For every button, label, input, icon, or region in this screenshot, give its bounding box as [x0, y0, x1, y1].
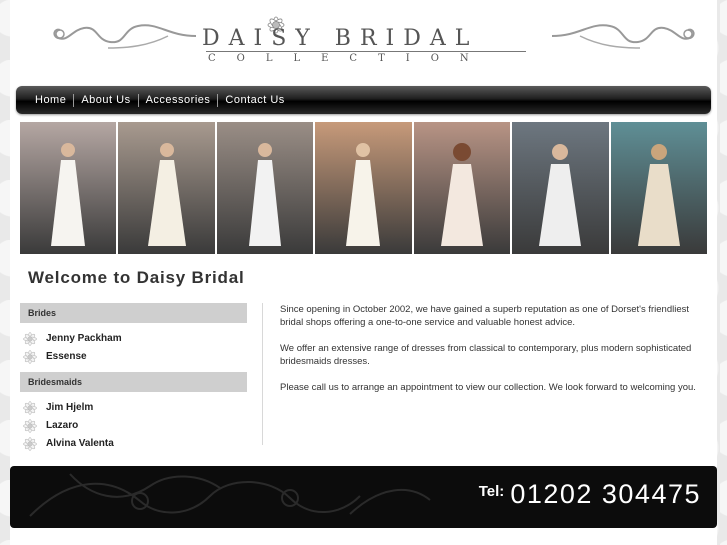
daisy-icon: [23, 418, 37, 433]
daisy-icon: [23, 400, 37, 415]
bride-photo: [512, 122, 609, 254]
page-title: Welcome to Daisy Bridal: [28, 268, 245, 287]
sidebar-heading-bridesmaids: Bridesmaids: [20, 372, 247, 392]
main-nav: Home About Us Accessories Contact Us: [16, 86, 711, 114]
daisy-icon: [23, 349, 37, 364]
intro-paragraph: We offer an extensive range of dresses f…: [280, 343, 692, 367]
bride-photo: [413, 122, 511, 254]
bride-photo: [216, 122, 314, 254]
tel-number: 01202 304475: [510, 479, 701, 509]
tel-label: Tel:: [478, 483, 505, 500]
sidebar-item-jim-hjelm[interactable]: Jim Hjelm: [20, 399, 247, 416]
sidebar-item-label: Essense: [46, 351, 87, 362]
daisy-icon: [23, 436, 37, 451]
sidebar-item-label: Alvina Valenta: [46, 438, 114, 449]
column-divider: [262, 303, 263, 445]
daisy-icon: [23, 331, 37, 346]
intro-paragraph: Since opening in October 2002, we have g…: [280, 304, 689, 328]
bride-photo: [610, 122, 707, 254]
bride-photo: [118, 122, 215, 254]
sidebar-item-label: Jenny Packham: [46, 333, 122, 344]
sidebar-item-label: Lazaro: [46, 420, 79, 431]
logo-rule: [206, 51, 526, 52]
logo-title: DAISY BRIDAL: [202, 26, 479, 51]
sidebar-item-alvina-valenta[interactable]: Alvina Valenta: [20, 435, 247, 452]
sidebar: Brides Jenny Packham Essense Bridesmaids…: [20, 303, 247, 452]
nav-home[interactable]: Home: [28, 94, 73, 107]
nav-about-us[interactable]: About Us: [73, 93, 137, 107]
sidebar-heading-brides: Brides: [20, 303, 247, 323]
footer: Tel: 01202 304475: [10, 466, 717, 528]
right-flourish-icon: [551, 24, 695, 49]
nav-accessories[interactable]: Accessories: [137, 93, 218, 107]
nav-contact-us[interactable]: Contact Us: [217, 93, 291, 107]
sidebar-item-essense[interactable]: Essense: [20, 348, 247, 365]
phone-number[interactable]: Tel: 01202 304475: [479, 479, 701, 510]
sidebar-item-jenny-packham[interactable]: Jenny Packham: [20, 330, 247, 347]
sidebar-item-lazaro[interactable]: Lazaro: [20, 417, 247, 434]
bride-photo: [20, 122, 117, 254]
left-flourish-icon: [53, 24, 197, 49]
site-logo[interactable]: DAISY BRIDAL COLLECTION: [10, 0, 717, 84]
logo-subtitle: COLLECTION: [208, 53, 490, 64]
bride-photo: [315, 122, 412, 254]
sidebar-item-label: Jim Hjelm: [46, 402, 94, 413]
photo-banner: [20, 122, 707, 254]
intro-text: Since opening in October 2002, we have g…: [280, 303, 710, 407]
intro-paragraph: Please call us to arrange an appointment…: [280, 382, 696, 393]
page: DAISY BRIDAL COLLECTION Home About Us Ac…: [10, 0, 717, 545]
